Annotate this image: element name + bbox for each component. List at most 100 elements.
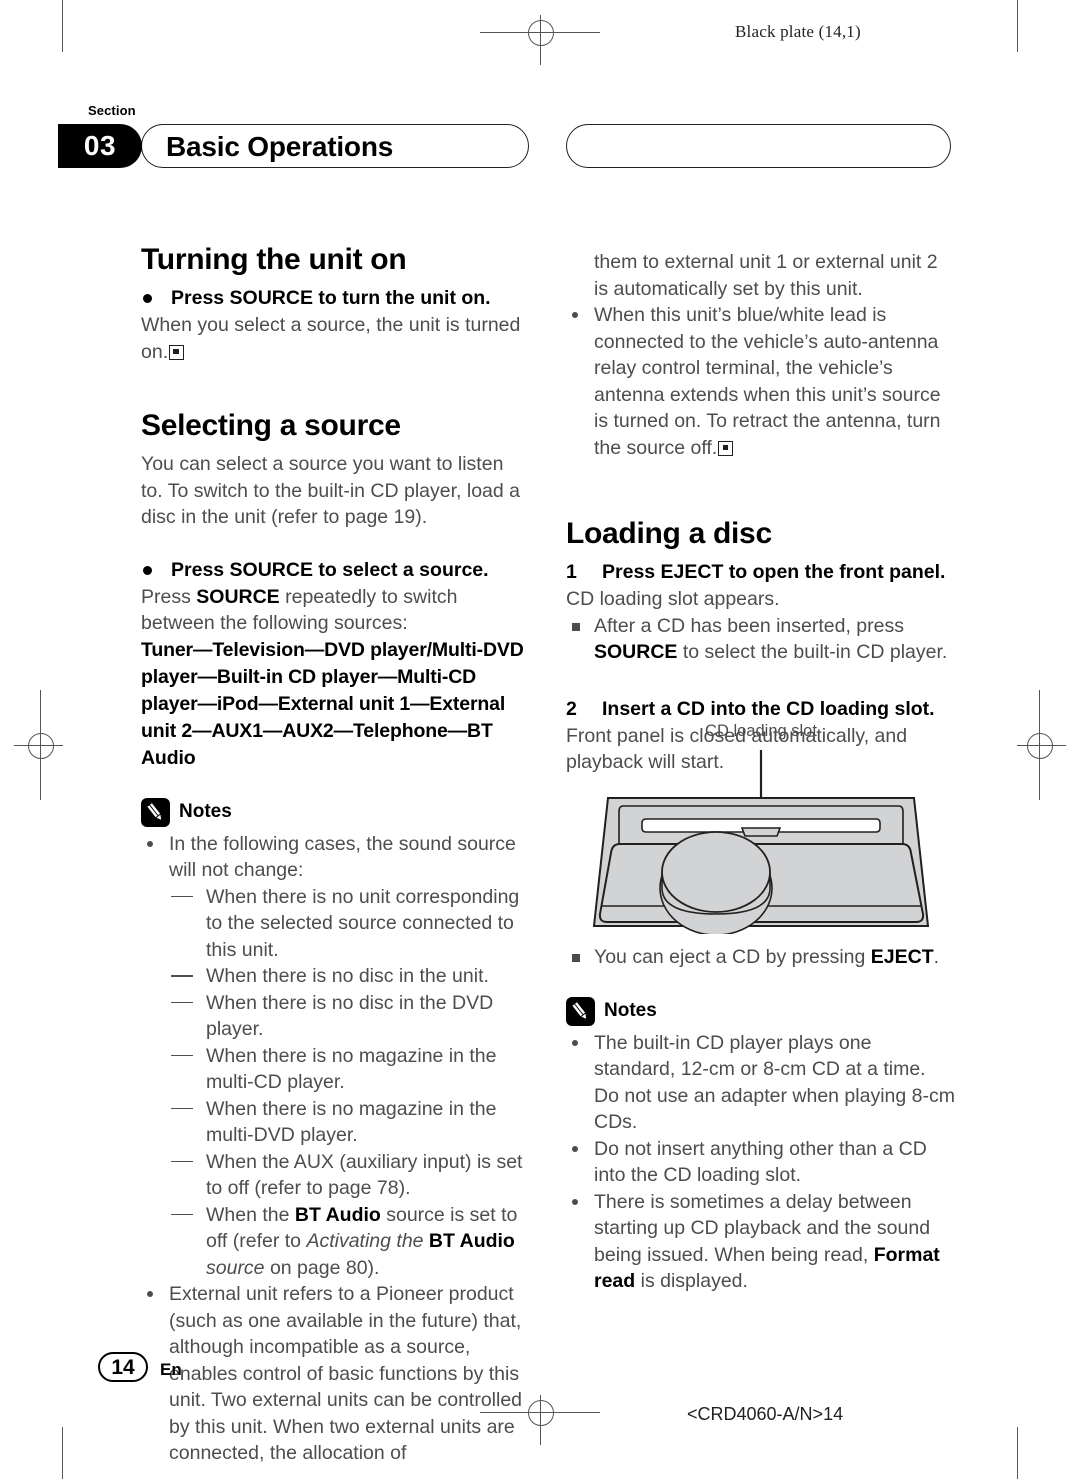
bullet-dot-icon [572, 312, 578, 318]
note-subitem: When there is no magazine in the multi-D… [169, 1096, 530, 1149]
tip-post: . [933, 946, 940, 968]
notes-header-left: Notes [141, 797, 530, 827]
note-item: In the following cases, the sound source… [141, 831, 530, 1282]
document-code: <CRD4060-A/N>14 [687, 1404, 844, 1424]
note-subtext: When there is no magazine in the multi-C… [206, 1044, 497, 1094]
bullet-press-source-select: Press SOURCE to select a source. [141, 557, 530, 584]
para-pre: Press [141, 585, 197, 608]
step-number: 2 [566, 697, 577, 720]
section-kicker: Section [88, 103, 136, 118]
note-item-antenna: When this unit’s blue/white lead is conn… [566, 302, 955, 461]
bullet-dot-icon [147, 840, 153, 847]
section-title: Basic Operations [166, 131, 394, 162]
note-subitem: When there is no unit corresponding to t… [169, 884, 530, 964]
source-chain-list: Tuner—Television—DVD player/Multi-DVD pl… [141, 638, 524, 769]
em-dash-icon [171, 1054, 193, 1057]
em-dash-icon [171, 1107, 193, 1110]
section-number-badge: 03 [58, 124, 142, 168]
heading-loading-a-disc: Loading a disc [566, 517, 772, 550]
note-text: Do not insert anything other than a CD i… [594, 1137, 927, 1187]
em-dash-icon [171, 975, 193, 977]
note-subtext: When there is no unit corresponding to t… [206, 885, 520, 961]
bullet-text: Press SOURCE to turn the unit on. [171, 287, 491, 309]
page-language-label: En [160, 1360, 182, 1379]
note-subtext: When there is no magazine in the multi-D… [206, 1097, 497, 1147]
end-of-section-icon [718, 440, 734, 456]
step-1-heading: 1 Press EJECT to open the front panel. [566, 559, 955, 586]
step-text: Insert a CD into the CD loading slot. [602, 697, 935, 720]
para-press-source-repeatedly: Press SOURCE repeatedly to switch betwee… [141, 584, 530, 637]
note-item: Do not insert anything other than a CD i… [566, 1136, 955, 1189]
tip-pre: You can eject a CD by pressing [594, 946, 871, 968]
em-dash-icon [171, 1160, 193, 1163]
em-dash-icon [171, 1001, 193, 1004]
tip-post: to select the built-in CD player. [677, 641, 948, 663]
note-subtext: When there is no disc in the unit. [206, 965, 489, 987]
registration-mark-right [1017, 690, 1072, 800]
em-dash-icon [171, 1213, 193, 1216]
note-sublist: When there is no unit corresponding to t… [169, 884, 530, 1282]
cd-loading-slot-illustration: CD loading slot [566, 722, 956, 936]
reference-title-italic: Activating the [306, 1230, 429, 1252]
note-item-format-read: There is sometimes a delay between start… [566, 1189, 955, 1295]
heading-turning-the-unit-on: Turning the unit on [141, 243, 407, 276]
em-dash-icon [171, 895, 193, 898]
note-subitem: When there is no disc in the DVD player. [169, 990, 530, 1043]
note-subitem: When there is no magazine in the multi-C… [169, 1043, 530, 1096]
bullet-text: Press SOURCE to select a source. [171, 558, 489, 581]
step-1-body: CD loading slot appears. [566, 588, 780, 610]
tip-pre: After a CD has been inserted, press [594, 614, 904, 637]
note-text: When this unit’s blue/white lead is conn… [594, 304, 941, 459]
notes-list-right: The built-in CD player plays one standar… [566, 1030, 955, 1295]
para-selecting-source: You can select a source you want to list… [141, 453, 521, 528]
notes-label: Notes [179, 800, 232, 822]
para-continued-from-left: them to external unit 1 or external unit… [594, 251, 938, 300]
step-number: 1 [566, 561, 577, 583]
illustration-caption: CD loading slot [705, 722, 817, 740]
step-1-tip: After a CD has been inserted, press SOUR… [566, 613, 955, 666]
square-bullet-icon [572, 622, 580, 631]
source-keyword: SOURCE [594, 641, 678, 663]
round-bullet-icon [143, 565, 152, 575]
section-pill-placeholder [566, 124, 951, 168]
notes-header-right: Notes [566, 996, 955, 1026]
note-subitem-bt-audio: When the BT Audio source is set to off (… [169, 1202, 530, 1282]
note-subtext: When the AUX (auxiliary input) is set to… [206, 1150, 523, 1200]
note-subitem: When there is no disc in the unit. [169, 963, 530, 990]
bullet-dot-icon [572, 1198, 578, 1205]
pencil-icon [141, 797, 170, 827]
notes-list-continued: When this unit’s blue/white lead is conn… [566, 302, 955, 461]
reference-title-italic: source [206, 1256, 265, 1279]
left-column: Turning the unit on Press SOURCE to turn… [141, 243, 530, 1467]
head-unit-drawing [592, 750, 930, 936]
para-text: When you select a source, the unit is tu… [141, 314, 521, 363]
note-text: External unit refers to a Pioneer produc… [169, 1283, 523, 1464]
right-column-lower: You can eject a CD by pressing EJECT. No… [566, 944, 955, 1295]
eject-keyword: EJECT [870, 946, 934, 968]
end-of-section-icon [169, 344, 185, 360]
notes-label: Notes [604, 999, 657, 1021]
bt-audio-keyword: BT Audio [294, 1203, 381, 1226]
step-2-heading: 2 Insert a CD into the CD loading slot. [566, 696, 955, 723]
step-text: Press EJECT to open the front panel. [602, 561, 946, 583]
note-subtext: When there is no disc in the DVD player. [206, 991, 494, 1041]
subtext-pre: When the [206, 1203, 295, 1226]
source-keyword: SOURCE [196, 585, 280, 608]
note-item: The built-in CD player plays one standar… [566, 1030, 955, 1136]
notes-list-left: In the following cases, the sound source… [141, 831, 530, 1467]
para-turning-on: When you select a source, the unit is tu… [141, 312, 530, 365]
round-bullet-icon [143, 294, 152, 303]
bullet-press-source-turn-on: Press SOURCE to turn the unit on. [141, 285, 530, 312]
bullet-dot-icon [572, 1145, 578, 1152]
heading-selecting-a-source: Selecting a source [141, 409, 401, 442]
note-text: In the following cases, the sound source… [169, 832, 516, 882]
registration-mark-left [8, 690, 63, 800]
pencil-icon [566, 996, 595, 1026]
tip-eject-cd: You can eject a CD by pressing EJECT. [566, 944, 955, 971]
square-bullet-icon [572, 954, 580, 962]
bullet-dot-icon [147, 1291, 153, 1297]
bt-audio-keyword: BT Audio [428, 1230, 515, 1252]
section-header: Section 03 Basic Operations [0, 0, 1080, 180]
note-subitem: When the AUX (auxiliary input) is set to… [169, 1149, 530, 1202]
page-number-badge: 14 [98, 1352, 148, 1382]
